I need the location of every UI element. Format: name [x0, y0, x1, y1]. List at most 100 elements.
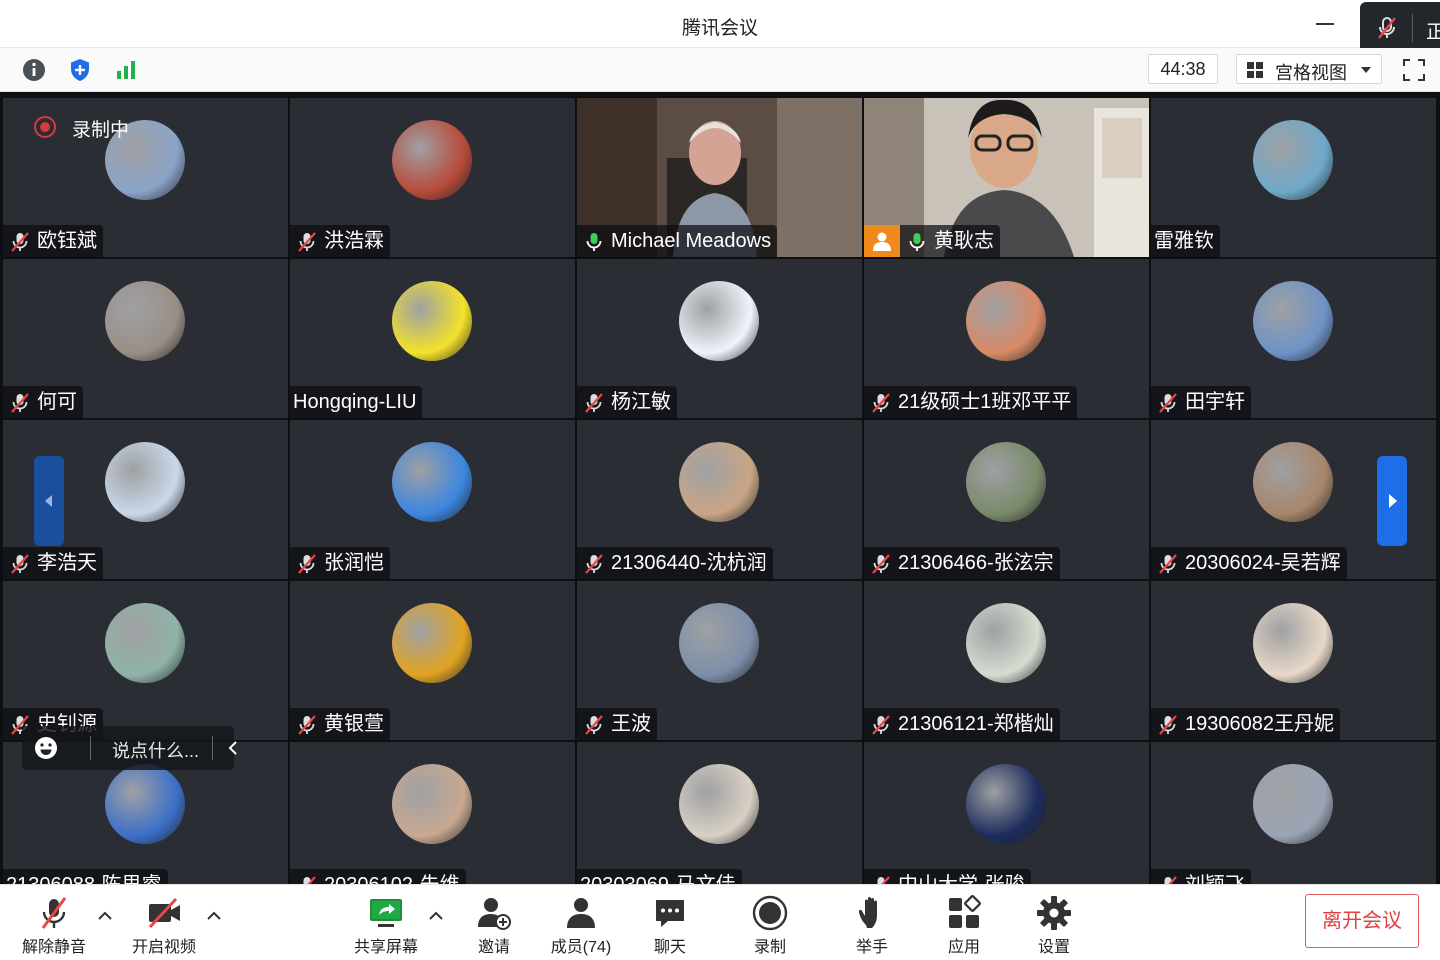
participant-tile[interactable]: 雷雅钦 — [1151, 98, 1436, 257]
minimize-button[interactable] — [1312, 12, 1338, 36]
chat-button[interactable]: 聊天 — [640, 891, 700, 956]
chevron-left-icon — [45, 495, 52, 507]
settings-button[interactable]: 设置 — [1024, 891, 1084, 956]
video-grid-area: 欧钰斌 洪浩霖 Michael Meadows 黄耿志 雷雅钦 何可 Hongqing-LI… — [0, 92, 1440, 884]
participant-name: 21级硕士1班邓平平 — [898, 391, 1072, 413]
avatar — [1253, 120, 1333, 200]
security-shield-icon[interactable] — [66, 56, 94, 84]
mic-muted-icon — [877, 876, 890, 884]
mic-muted-icon — [298, 232, 316, 252]
start-video-button[interactable]: 开启视频 — [124, 891, 204, 956]
record-button[interactable]: 录制 — [740, 891, 800, 956]
avatar — [679, 442, 759, 522]
next-page-button[interactable] — [1377, 456, 1407, 546]
participant-tile[interactable]: 刘颖飞 — [1151, 742, 1436, 884]
view-switch-button[interactable]: 宫格视图 — [1236, 54, 1382, 84]
add-user-icon — [478, 898, 511, 930]
recording-label: 录制中 — [72, 120, 130, 141]
apps-button[interactable]: 应用 — [934, 891, 994, 956]
participant-name: 黄银萱 — [324, 713, 384, 735]
raise-hand-label: 举手 — [855, 939, 888, 956]
participant-name: 何可 — [37, 391, 77, 413]
unmute-button[interactable]: 解除静音 — [14, 891, 94, 956]
avatar — [1253, 764, 1333, 844]
mic-muted-icon — [872, 393, 890, 413]
raise-hand-button[interactable]: 举手 — [842, 891, 902, 956]
avatar — [105, 442, 185, 522]
participant-name: 20303069-马文佳 — [580, 874, 736, 884]
participant-tile[interactable]: 洪浩霖 — [290, 98, 575, 257]
avatar — [1253, 281, 1333, 361]
participant-tile[interactable]: 中山大学-张骏 — [864, 742, 1149, 884]
participant-tile[interactable]: 张润恺 — [290, 420, 575, 579]
participant-tile[interactable]: 黄银萱 — [290, 581, 575, 740]
participant-name: 杨江敏 — [611, 391, 671, 413]
participant-tile[interactable]: 21306466-张泫宗 — [864, 420, 1149, 579]
quick-chat-box[interactable]: 说点什么... — [22, 726, 237, 770]
mic-off-icon — [1378, 17, 1396, 39]
invite-button[interactable]: 邀请 — [464, 891, 524, 956]
avatar — [966, 281, 1046, 361]
participant-tile[interactable]: 20306102-朱维 — [290, 742, 575, 884]
meeting-window: 腾讯会议 正 44:38 宫格视图 欧钰斌 洪浩霖 Michael Meadow… — [0, 0, 1440, 960]
avatar — [679, 764, 759, 844]
avatar — [679, 603, 759, 683]
participant-name: 李浩天 — [37, 552, 97, 574]
participant-tile[interactable]: 史钊源 — [3, 581, 288, 740]
participant-tile[interactable]: 黄耿志 — [864, 98, 1149, 257]
participant-tile[interactable]: 21级硕士1班邓平平 — [864, 259, 1149, 418]
avatar — [966, 764, 1046, 844]
participant-tile[interactable]: 杨江敏 — [577, 259, 862, 418]
previous-page-button[interactable] — [34, 456, 64, 546]
fullscreen-icon[interactable] — [1400, 56, 1428, 84]
chevron-left-icon[interactable] — [224, 739, 242, 757]
mic-muted-icon — [11, 554, 29, 574]
network-signal-icon[interactable] — [112, 56, 140, 84]
participant-name-tag: 21306440-沈杭润 — [577, 547, 773, 579]
participant-tile[interactable]: 19306082王丹妮 — [1151, 581, 1436, 740]
mic-on-icon — [909, 233, 925, 251]
info-icon[interactable] — [20, 56, 48, 84]
participant-tile[interactable]: 20303069-马文佳 — [577, 742, 862, 884]
mic-muted-icon — [11, 232, 29, 252]
chevron-up-icon[interactable] — [205, 907, 223, 925]
members-label: 成员(74) — [550, 939, 612, 956]
participant-name-tag: 何可 — [3, 386, 83, 418]
mic-on-icon — [586, 233, 602, 251]
participant-tile[interactable]: 21306121-郑楷灿 — [864, 581, 1149, 740]
mic-muted-icon — [1159, 554, 1177, 574]
divider — [212, 736, 213, 760]
participant-name: 田宇轩 — [1185, 391, 1245, 413]
unmute-label: 解除静音 — [21, 939, 86, 956]
participant-name: 21306466-张泫宗 — [898, 552, 1054, 574]
participant-tile[interactable]: 何可 — [3, 259, 288, 418]
speaking-indicator-panel[interactable]: 正 — [1360, 2, 1440, 54]
chat-input-placeholder[interactable]: 说点什么... — [112, 737, 199, 763]
participant-tile[interactable]: Michael Meadows — [577, 98, 862, 257]
participant-tile[interactable]: 田宇轩 — [1151, 259, 1436, 418]
chevron-right-icon — [1389, 494, 1397, 508]
mic-muted-icon — [872, 554, 890, 574]
participant-tile[interactable]: 王波 — [577, 581, 862, 740]
participant-name-tag: Hongqing-LIU — [290, 386, 423, 418]
share-screen-icon — [370, 899, 402, 927]
participant-tile[interactable]: 21306440-沈杭润 — [577, 420, 862, 579]
host-badge — [864, 225, 900, 257]
avatar — [966, 442, 1046, 522]
mic-muted-icon — [585, 715, 603, 735]
participant-tile[interactable]: Hongqing-LIU — [290, 259, 575, 418]
emoji-icon[interactable] — [34, 736, 58, 760]
camera-off-icon — [148, 897, 180, 929]
record-icon — [752, 895, 788, 931]
avatar — [105, 281, 185, 361]
invite-label: 邀请 — [477, 939, 510, 956]
participant-name-tag: 田宇轩 — [1151, 386, 1251, 418]
participant-name-tag: 刘颖飞 — [1151, 869, 1251, 884]
members-button[interactable]: 成员(74) — [541, 891, 621, 956]
chevron-up-icon[interactable] — [96, 907, 114, 925]
share-screen-button[interactable]: 共享屏幕 — [346, 891, 426, 956]
leave-meeting-button[interactable]: 离开会议 — [1305, 894, 1419, 948]
participant-name: 20306102-朱维 — [324, 874, 460, 884]
avatar — [392, 603, 472, 683]
chevron-up-icon[interactable] — [427, 907, 445, 925]
